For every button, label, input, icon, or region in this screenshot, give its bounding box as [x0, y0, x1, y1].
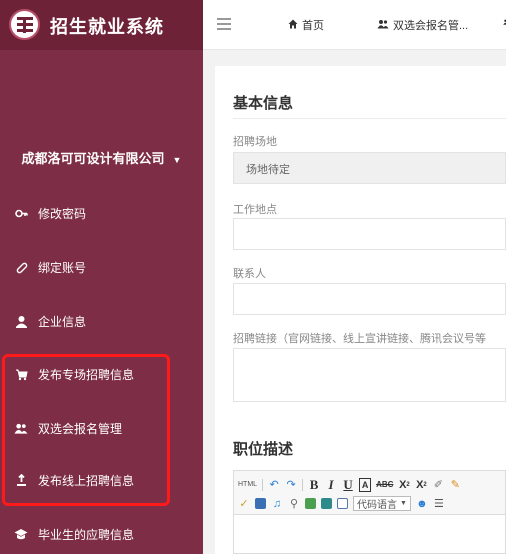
tab-job-fair-registration[interactable]: 双选会报名管... — [377, 17, 468, 33]
venue-value: 场地待定 — [246, 164, 290, 176]
company-name: 成都洛可可设计有限公司 — [21, 151, 165, 166]
app-root: 招生就业系统 成都洛可可设计有限公司 ▼ 修改密码 绑定账号 企业信息 发布专场… — [0, 0, 506, 554]
venue-field: 场地待定 — [233, 152, 506, 184]
caret-down-icon: ▼ — [172, 155, 182, 165]
sidebar-item-label: 修改密码 — [38, 206, 87, 221]
eraser-icon[interactable]: ✐ — [432, 478, 444, 492]
app-title: 招生就业系统 — [50, 17, 164, 37]
link-icon — [14, 260, 28, 274]
graduation-cap-icon — [14, 527, 28, 541]
section-title-basic-info: 基本信息 — [233, 95, 294, 112]
strikethrough-icon[interactable]: ABC — [376, 478, 393, 492]
highlight-annotation-box — [2, 354, 170, 506]
venue-label: 招聘场地 — [233, 136, 277, 148]
text-border-icon[interactable]: A — [359, 477, 372, 492]
section-title-job-description: 职位描述 — [233, 441, 294, 458]
main-content: 基本信息 招聘场地 场地待定 工作地点 联系人 招聘链接（官网链接、线上宣讲链接… — [215, 66, 506, 554]
top-bar: 首页 双选会报名管... — [203, 0, 506, 50]
format-painter-icon[interactable]: ✎ — [449, 478, 461, 492]
user-icon — [14, 314, 28, 328]
music-icon[interactable]: ♫ — [271, 497, 283, 511]
bold-button[interactable]: B — [308, 477, 320, 492]
sidebar: 招生就业系统 成都洛可可设计有限公司 ▼ 修改密码 绑定账号 企业信息 发布专场… — [0, 0, 203, 554]
sidebar-item-change-password[interactable]: 修改密码 — [0, 195, 203, 231]
table-icon[interactable] — [255, 498, 266, 509]
document-icon[interactable] — [337, 498, 348, 509]
dropdown-arrow-icon: ▼ — [400, 500, 407, 507]
sidebar-item-bind-account[interactable]: 绑定账号 — [0, 249, 203, 285]
company-switcher[interactable]: 成都洛可可设计有限公司 ▼ — [0, 148, 203, 167]
subscript-icon[interactable]: X2 — [415, 478, 427, 492]
work-location-label: 工作地点 — [233, 204, 277, 216]
key-icon — [14, 206, 28, 220]
brand-header: 招生就业系统 — [0, 0, 203, 50]
contact-input[interactable] — [233, 283, 506, 315]
sidebar-item-label: 毕业生的应聘信息 — [38, 527, 135, 542]
rich-text-editor[interactable]: HTML ↶ ↷ B I U A ABC X2 X2 ✐ ✎ ✓ ♫ ⚲ 代码语… — [233, 470, 506, 554]
work-location-input[interactable] — [233, 218, 506, 250]
school-logo-icon — [9, 9, 40, 40]
attachment-icon[interactable]: ⚲ — [288, 497, 300, 511]
users-icon — [377, 19, 389, 32]
list-icon[interactable]: ☰ — [433, 497, 445, 511]
emoji-icon[interactable]: ☻ — [416, 497, 428, 511]
menu-toggle-icon[interactable] — [217, 18, 231, 30]
html-source-button[interactable]: HTML — [238, 478, 257, 492]
tab-label: 首页 — [302, 20, 324, 32]
recruitment-link-textarea[interactable] — [233, 348, 506, 402]
sidebar-item-graduate-applications[interactable]: 毕业生的应聘信息 — [0, 516, 203, 552]
code-language-select[interactable]: 代码语言 ▼ — [353, 496, 411, 511]
brush-icon[interactable]: ✓ — [238, 497, 250, 511]
redo-icon[interactable]: ↷ — [285, 478, 297, 492]
sidebar-item-label: 绑定账号 — [38, 260, 87, 275]
home-icon — [288, 19, 298, 32]
sidebar-item-company-info[interactable]: 企业信息 — [0, 303, 203, 339]
section-divider — [233, 118, 506, 119]
image-icon[interactable] — [305, 498, 316, 509]
code-language-label: 代码语言 — [357, 500, 397, 511]
recruitment-link-label: 招聘链接（官网链接、线上宣讲链接、腾讯会议号等 — [233, 333, 486, 345]
undo-icon[interactable]: ↶ — [268, 478, 280, 492]
chart-icon[interactable] — [321, 498, 332, 509]
italic-button[interactable]: I — [325, 477, 337, 492]
sidebar-item-label: 企业信息 — [38, 314, 87, 329]
superscript-icon[interactable]: X2 — [398, 478, 410, 492]
editor-toolbar: HTML ↶ ↷ B I U A ABC X2 X2 ✐ ✎ ✓ ♫ ⚲ 代码语… — [234, 471, 505, 515]
tab-label: 双选会报名管... — [393, 20, 469, 32]
contact-label: 联系人 — [233, 268, 266, 280]
tab-home[interactable]: 首页 — [288, 17, 324, 33]
underline-button[interactable]: U — [342, 477, 354, 492]
